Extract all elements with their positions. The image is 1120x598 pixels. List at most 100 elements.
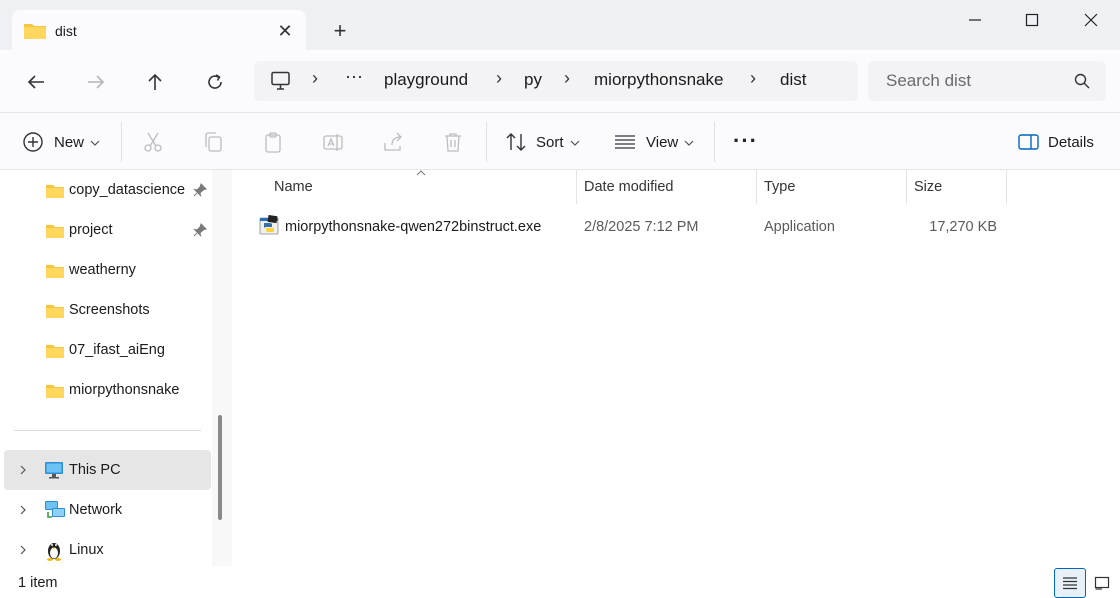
sort-label: Sort <box>536 134 564 151</box>
folder-icon <box>46 225 64 238</box>
chevron-down-icon <box>90 140 100 146</box>
view-lines-icon <box>615 135 635 149</box>
chevron-right-icon[interactable]: › <box>496 68 502 89</box>
up-button[interactable] <box>135 62 175 102</box>
chevron-right-icon[interactable]: › <box>750 68 756 89</box>
sort-ascending-icon <box>416 170 426 176</box>
close-icon <box>1084 13 1098 27</box>
column-header-size[interactable]: Size <box>914 179 942 195</box>
sidebar-item-label: Screenshots <box>69 302 150 318</box>
folder-icon <box>46 305 64 318</box>
share-icon <box>384 132 402 151</box>
pin-icon[interactable] <box>193 183 207 197</box>
tiles-view-icon <box>1094 576 1110 590</box>
pane-divider[interactable] <box>212 170 232 566</box>
folder-icon <box>46 385 64 398</box>
sidebar-item-label: weatherny <box>69 262 136 278</box>
column-divider[interactable] <box>576 170 577 204</box>
arrow-up-icon <box>148 73 162 90</box>
copy-button[interactable] <box>199 128 227 156</box>
rename-button[interactable] <box>319 128 347 156</box>
view-label: View <box>646 134 679 151</box>
more-options-button[interactable]: ··· <box>733 128 758 154</box>
chevron-down-icon <box>570 140 580 146</box>
delete-button[interactable] <box>439 128 467 156</box>
minimize-button[interactable] <box>947 0 1003 40</box>
file-type: Application <box>764 219 835 235</box>
rename-icon <box>323 134 343 151</box>
sidebar-item-label: copy_datascience <box>69 182 186 198</box>
search-icon[interactable] <box>1074 73 1090 89</box>
details-pane-icon <box>1018 134 1039 150</box>
search-placeholder: Search dist <box>886 71 972 90</box>
chevron-right-icon[interactable]: › <box>564 68 570 89</box>
linux-penguin-icon <box>47 543 61 561</box>
cut-button[interactable] <box>139 128 167 156</box>
breadcrumb-item-miorpythonsnake[interactable]: miorpythonsnake <box>594 70 723 90</box>
column-divider[interactable] <box>756 170 757 204</box>
arrow-right-icon <box>88 75 105 89</box>
monitor-icon <box>45 462 63 479</box>
toolbar-divider <box>714 122 715 162</box>
folder-icon <box>46 345 64 358</box>
paste-button[interactable] <box>259 128 287 156</box>
breadcrumb-overflow[interactable]: ··· <box>345 66 363 87</box>
file-date-modified: 2/8/2025 7:12 PM <box>584 219 699 235</box>
forward-button[interactable] <box>76 62 116 102</box>
folder-icon <box>46 185 64 198</box>
sidebar-scrollbar[interactable] <box>218 415 222 520</box>
folder-icon <box>46 265 64 278</box>
tab-title: dist <box>55 23 77 39</box>
status-item-count: 1 item <box>18 575 58 591</box>
details-view-toggle[interactable] <box>1054 568 1086 598</box>
toolbar-divider <box>486 122 487 162</box>
file-name: miorpythonsnake-qwen272binstruct.exe <box>285 219 542 235</box>
back-button[interactable] <box>16 62 56 102</box>
file-size: 17,270 KB <box>929 219 997 235</box>
column-header-name[interactable]: Name <box>274 179 313 195</box>
breadcrumb-item-dist[interactable]: dist <box>780 70 806 90</box>
copy-icon <box>205 132 222 152</box>
sidebar-divider <box>14 430 201 431</box>
sidebar-item-label: 07_ifast_aiEng <box>69 342 165 358</box>
new-label: New <box>54 134 85 151</box>
trash-icon <box>445 133 461 152</box>
column-divider[interactable] <box>906 170 907 204</box>
toolbar-divider <box>121 122 122 162</box>
python-exe-icon <box>259 215 279 235</box>
sort-arrows-icon <box>506 133 526 151</box>
sidebar-item-label: This PC <box>69 462 121 478</box>
scissors-icon <box>144 132 162 152</box>
chevron-down-icon <box>684 140 694 146</box>
column-header-date-modified[interactable]: Date modified <box>584 179 673 195</box>
chevron-right-icon[interactable] <box>18 465 28 475</box>
chevron-right-icon[interactable]: › <box>312 68 318 89</box>
plus-circle-icon <box>23 132 43 152</box>
breadcrumb-item-py[interactable]: py <box>524 70 542 90</box>
refresh-icon <box>208 74 222 89</box>
column-header-type[interactable]: Type <box>764 179 795 195</box>
close-tab-icon[interactable]: ✕ <box>274 20 296 42</box>
sidebar-item-label: Network <box>69 502 123 518</box>
sidebar-item-label: miorpythonsnake <box>69 382 180 398</box>
chevron-right-icon[interactable] <box>18 505 28 515</box>
pin-icon[interactable] <box>193 223 207 237</box>
chevron-right-icon[interactable] <box>18 545 28 555</box>
network-icon <box>45 501 65 518</box>
minimize-icon <box>969 19 981 21</box>
maximize-icon <box>1025 13 1039 27</box>
sidebar-item-label: project <box>69 222 113 238</box>
folder-icon <box>24 24 46 39</box>
share-button[interactable] <box>379 128 407 156</box>
breadcrumb-item-playground[interactable]: playground <box>384 70 468 90</box>
computer-icon[interactable] <box>270 71 292 91</box>
new-tab-button[interactable]: + <box>326 17 354 45</box>
maximize-button[interactable] <box>1004 0 1060 40</box>
close-window-button[interactable] <box>1063 0 1119 40</box>
sidebar-item-linux[interactable] <box>0 530 212 570</box>
clipboard-icon <box>265 132 281 153</box>
list-view-icon <box>1063 577 1077 590</box>
refresh-button[interactable] <box>195 62 235 102</box>
column-divider[interactable] <box>1006 170 1007 204</box>
large-icons-view-toggle[interactable] <box>1086 568 1118 598</box>
